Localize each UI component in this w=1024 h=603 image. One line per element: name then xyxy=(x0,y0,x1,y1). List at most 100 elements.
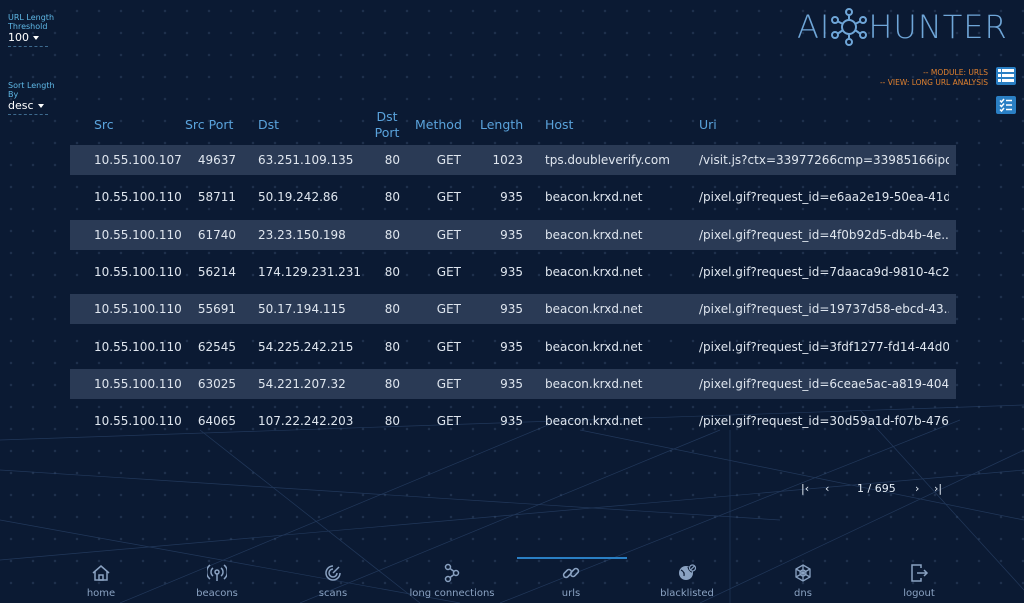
cell-method: GET xyxy=(436,190,461,204)
cell-host: beacon.krxd.net xyxy=(545,377,643,391)
cell-host: beacon.krxd.net xyxy=(545,190,643,204)
cell-uri: /pixel.gif?request_id=19737d58-ebcd-43..… xyxy=(699,302,949,316)
table-view-button[interactable] xyxy=(996,67,1016,85)
cell-length: 935 xyxy=(500,265,523,279)
cell-length: 1023 xyxy=(492,153,523,167)
nav-long-connections[interactable]: long connections xyxy=(407,562,497,599)
header-dst-port[interactable]: Dst Port xyxy=(372,109,402,141)
table-row[interactable]: 10.55.100.110 56214 174.129.231.231 80 GET 93… xyxy=(70,257,956,287)
header-uri[interactable]: Uri xyxy=(699,117,717,132)
cell-src-port: 61740 xyxy=(197,228,236,242)
table-row[interactable]: 10.55.100.110 58711 50.19.242.86 80 GET 935 be… xyxy=(70,182,956,212)
length-threshold-filter: URL Length Threshold 100 xyxy=(8,13,58,47)
urls-icon xyxy=(562,567,580,579)
table-row[interactable]: 10.55.100.110 61740 23.23.150.198 80 GET 935 b… xyxy=(70,220,956,250)
table-row[interactable]: 10.55.100.107 49637 63.251.109.135 80 GET 102… xyxy=(70,145,956,175)
length-threshold-select[interactable]: 100 xyxy=(8,31,58,44)
nav-scans[interactable]: scans xyxy=(288,562,378,599)
blacklisted-icon xyxy=(679,564,697,580)
first-page-icon[interactable]: |‹ xyxy=(801,482,809,495)
nav-label: logout xyxy=(903,588,935,599)
long-connections-icon xyxy=(444,563,460,583)
cell-host: beacon.krxd.net xyxy=(545,414,643,428)
logo-text-right: HUNTER xyxy=(868,8,1008,46)
sort-filter: Sort Length By desc xyxy=(8,81,58,115)
cell-uri: /visit.js?ctx=33977266cmp=33985166ipo... xyxy=(699,153,949,167)
cell-uri: /pixel.gif?request_id=7daaca9d-9810-4c2.… xyxy=(699,265,949,279)
module-line: -- MODULE: URLS xyxy=(923,68,988,77)
dns-icon xyxy=(795,564,811,582)
cell-dst: 174.129.231.231 xyxy=(258,265,362,279)
nav-urls[interactable]: urls xyxy=(526,562,616,599)
header-length[interactable]: Length xyxy=(480,117,523,132)
cell-method: GET xyxy=(436,265,461,279)
cell-dst: 50.19.242.86 xyxy=(258,190,339,204)
cell-src: 10.55.100.110 xyxy=(94,265,182,279)
last-page-icon[interactable]: ›| xyxy=(934,482,942,495)
next-page-icon[interactable]: › xyxy=(915,482,919,495)
header-method[interactable]: Method xyxy=(415,117,462,132)
cell-dst-port: 80 xyxy=(384,153,400,167)
table-row[interactable]: 10.55.100.110 64065 107.22.242.203 80 GET 935… xyxy=(70,406,956,436)
table-row[interactable]: 10.55.100.110 62545 54.225.242.215 80 GET 935… xyxy=(70,332,956,362)
cell-src-port: 58711 xyxy=(197,190,236,204)
view-line: -- VIEW: LONG URL ANALYSIS xyxy=(879,78,988,87)
table-row[interactable]: 10.55.100.110 55691 50.17.194.115 80 GET 935 b… xyxy=(70,294,956,324)
header-src-port[interactable]: Src Port xyxy=(185,117,233,132)
cell-method: GET xyxy=(436,153,461,167)
chevron-down-icon xyxy=(33,35,39,40)
header-dst[interactable]: Dst xyxy=(258,117,279,132)
cell-dst-port: 80 xyxy=(384,340,400,354)
cell-src: 10.55.100.110 xyxy=(94,190,182,204)
cell-dst-port: 80 xyxy=(384,302,400,316)
header-src[interactable]: Src xyxy=(94,117,114,132)
cell-dst: 54.221.207.32 xyxy=(258,377,346,391)
header-host[interactable]: Host xyxy=(545,117,573,132)
nav-beacons[interactable]: beacons xyxy=(172,562,262,599)
cell-host: beacon.krxd.net xyxy=(545,302,643,316)
scans-icon xyxy=(325,565,341,581)
prev-page-icon[interactable]: ‹ xyxy=(825,482,829,495)
cell-length: 935 xyxy=(500,228,523,242)
cell-src-port: 49637 xyxy=(197,153,236,167)
table-view-icon xyxy=(998,69,1014,82)
cell-uri: /pixel.gif?request_id=e6aa2e19-50ea-41d.… xyxy=(699,190,949,204)
checklist-icon xyxy=(999,98,1012,112)
nav-label: blacklisted xyxy=(660,588,714,599)
length-threshold-label: URL Length Threshold xyxy=(8,13,55,31)
sort-select[interactable]: desc xyxy=(8,99,58,112)
cell-host: beacon.krxd.net xyxy=(545,340,643,354)
nav-label: dns xyxy=(794,588,812,599)
nav-logout[interactable]: logout xyxy=(874,562,964,599)
cell-method: GET xyxy=(436,377,461,391)
cell-length: 935 xyxy=(500,340,523,354)
cell-dst-port: 80 xyxy=(384,265,400,279)
page-indicator: 1 / 695 xyxy=(857,482,896,495)
sort-underline xyxy=(8,114,48,115)
nav-dns[interactable]: dns xyxy=(758,562,848,599)
logout-icon xyxy=(911,564,929,582)
cell-host: beacon.krxd.net xyxy=(545,265,643,279)
length-threshold-value: 100 xyxy=(8,31,29,44)
cell-src-port: 55691 xyxy=(197,302,236,316)
logo-text-left: AI xyxy=(797,8,831,46)
cell-dst: 63.251.109.135 xyxy=(258,153,354,167)
cell-length: 935 xyxy=(500,414,523,428)
cell-dst-port: 80 xyxy=(384,414,400,428)
nav-label: scans xyxy=(318,588,348,599)
cell-uri: /pixel.gif?request_id=30d59a1d-f07b-476.… xyxy=(699,414,949,428)
nav-blacklisted[interactable]: blacklisted xyxy=(642,562,732,599)
cell-length: 935 xyxy=(500,302,523,316)
nav-home[interactable]: home xyxy=(56,562,146,599)
beacons-icon xyxy=(207,564,227,581)
module-info: -- MODULE: URLS -- VIEW: LONG URL ANALYS… xyxy=(880,68,988,88)
cell-method: GET xyxy=(436,340,461,354)
nav-label: beacons xyxy=(196,588,238,599)
table-row[interactable]: 10.55.100.110 63025 54.221.207.32 80 GET 935 b… xyxy=(70,369,956,399)
checklist-view-button[interactable] xyxy=(996,96,1016,114)
cell-host: tps.doubleverify.com xyxy=(545,153,670,167)
cell-length: 935 xyxy=(500,190,523,204)
sort-value: desc xyxy=(8,99,34,112)
cell-method: GET xyxy=(436,414,461,428)
cell-src: 10.55.100.110 xyxy=(94,228,182,242)
